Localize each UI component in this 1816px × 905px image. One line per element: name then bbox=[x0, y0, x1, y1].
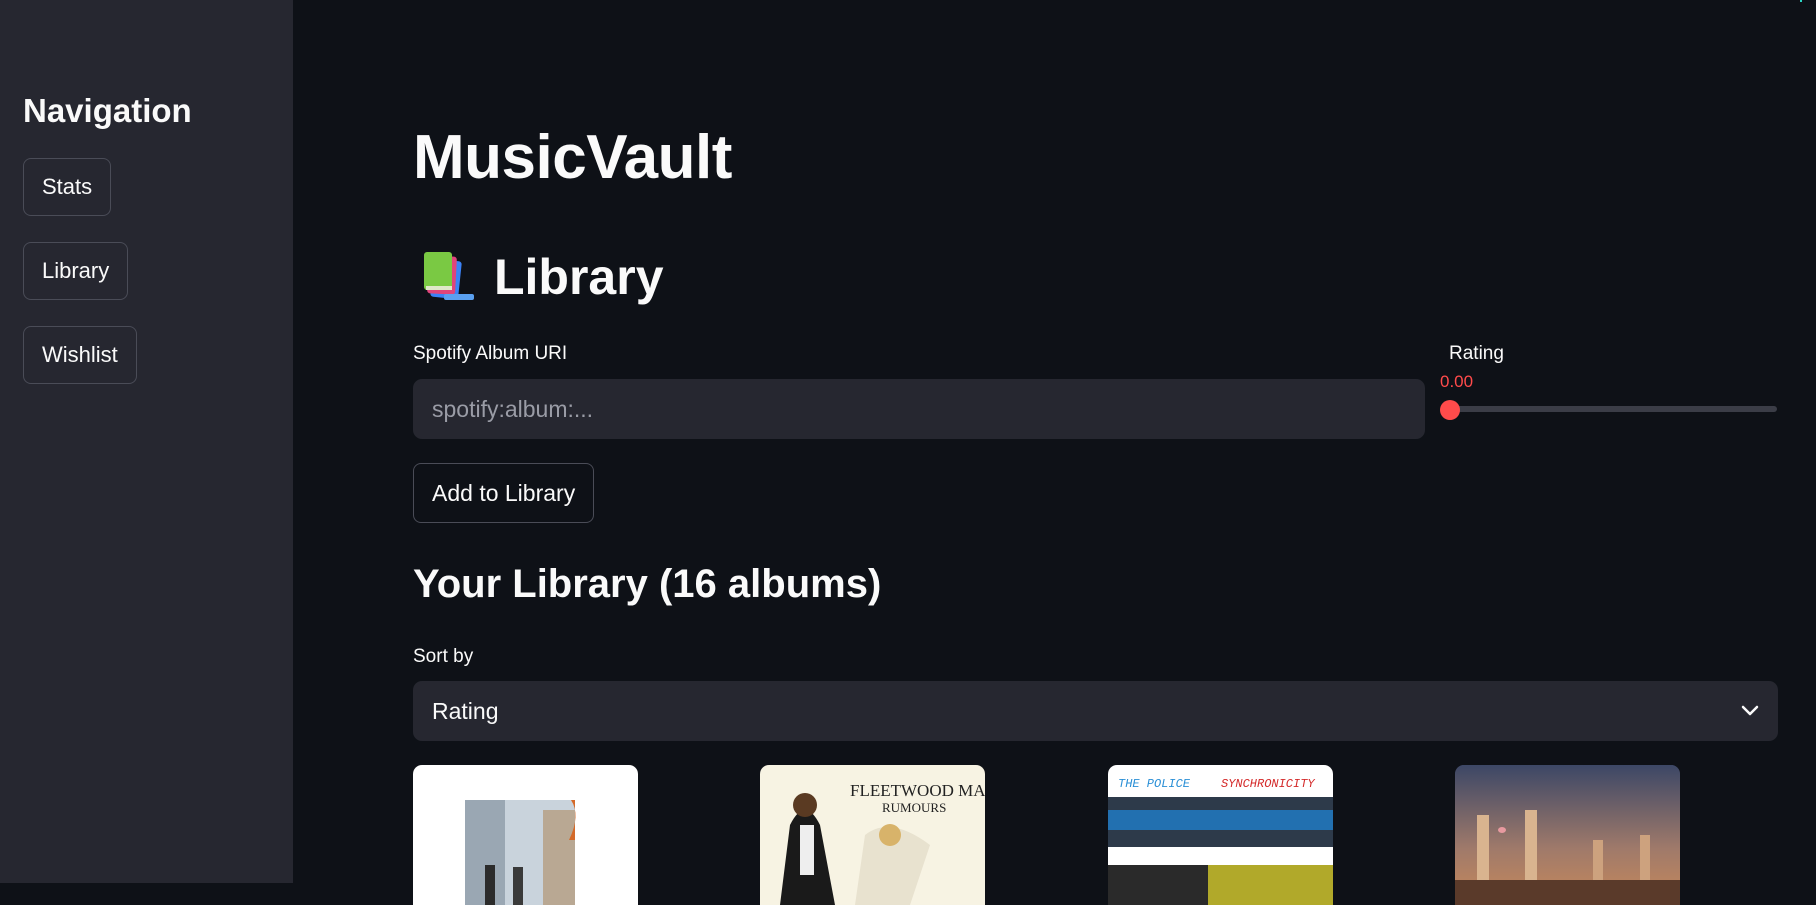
album-art bbox=[1455, 765, 1680, 905]
album-cover-subtitle: SYNCHRONICITY bbox=[1221, 777, 1315, 791]
sort-label: Sort by bbox=[413, 646, 474, 667]
album-cover-wish-you-were-here[interactable] bbox=[413, 765, 638, 905]
chevron-down-icon bbox=[1741, 705, 1759, 716]
sidebar-item-stats[interactable]: Stats bbox=[23, 158, 112, 216]
rating-label: Rating bbox=[1449, 343, 1504, 364]
album-cover-title: FLEETWOOD MAC bbox=[850, 781, 985, 800]
sidebar-item-wishlist[interactable]: Wishlist bbox=[23, 326, 137, 384]
rating-value: 0.00 bbox=[1440, 372, 1474, 391]
album-art: FLEETWOOD MAC RUMOURS bbox=[780, 781, 985, 905]
sort-selected-value: Rating bbox=[432, 697, 499, 724]
album-cover-subtitle: RUMOURS bbox=[882, 800, 946, 815]
main-content: MusicVault Library Spotify Album URI Rat… bbox=[293, 0, 1816, 905]
books-icon bbox=[424, 252, 474, 300]
rating-slider-track[interactable] bbox=[1450, 406, 1777, 412]
album-art: THE POLICE SYNCHRONICITY bbox=[1108, 777, 1333, 905]
section-title-text: Library bbox=[494, 249, 664, 305]
sidebar-title: Navigation bbox=[23, 92, 192, 129]
sidebar-item-library[interactable]: Library bbox=[23, 242, 129, 300]
sidebar: Navigation Stats Library Wishlist bbox=[0, 0, 293, 883]
spotify-uri-input[interactable] bbox=[413, 379, 1425, 439]
page-title: MusicVault bbox=[413, 123, 732, 192]
library-heading: Your Library (16 albums) bbox=[413, 562, 882, 606]
album-cover-animals[interactable] bbox=[1455, 765, 1680, 905]
uri-field-label: Spotify Album URI bbox=[413, 343, 568, 364]
album-cover-title: THE POLICE bbox=[1118, 777, 1191, 791]
album-art bbox=[465, 800, 576, 905]
rating-slider-thumb[interactable] bbox=[1440, 400, 1460, 420]
add-to-library-button[interactable]: Add to Library bbox=[413, 463, 595, 523]
sort-select[interactable]: Rating bbox=[413, 681, 1778, 741]
album-cover-synchronicity[interactable]: THE POLICE SYNCHRONICITY bbox=[1108, 765, 1333, 905]
section-title: Library bbox=[422, 248, 664, 306]
album-cover-rumours[interactable]: FLEETWOOD MAC RUMOURS bbox=[760, 765, 985, 905]
